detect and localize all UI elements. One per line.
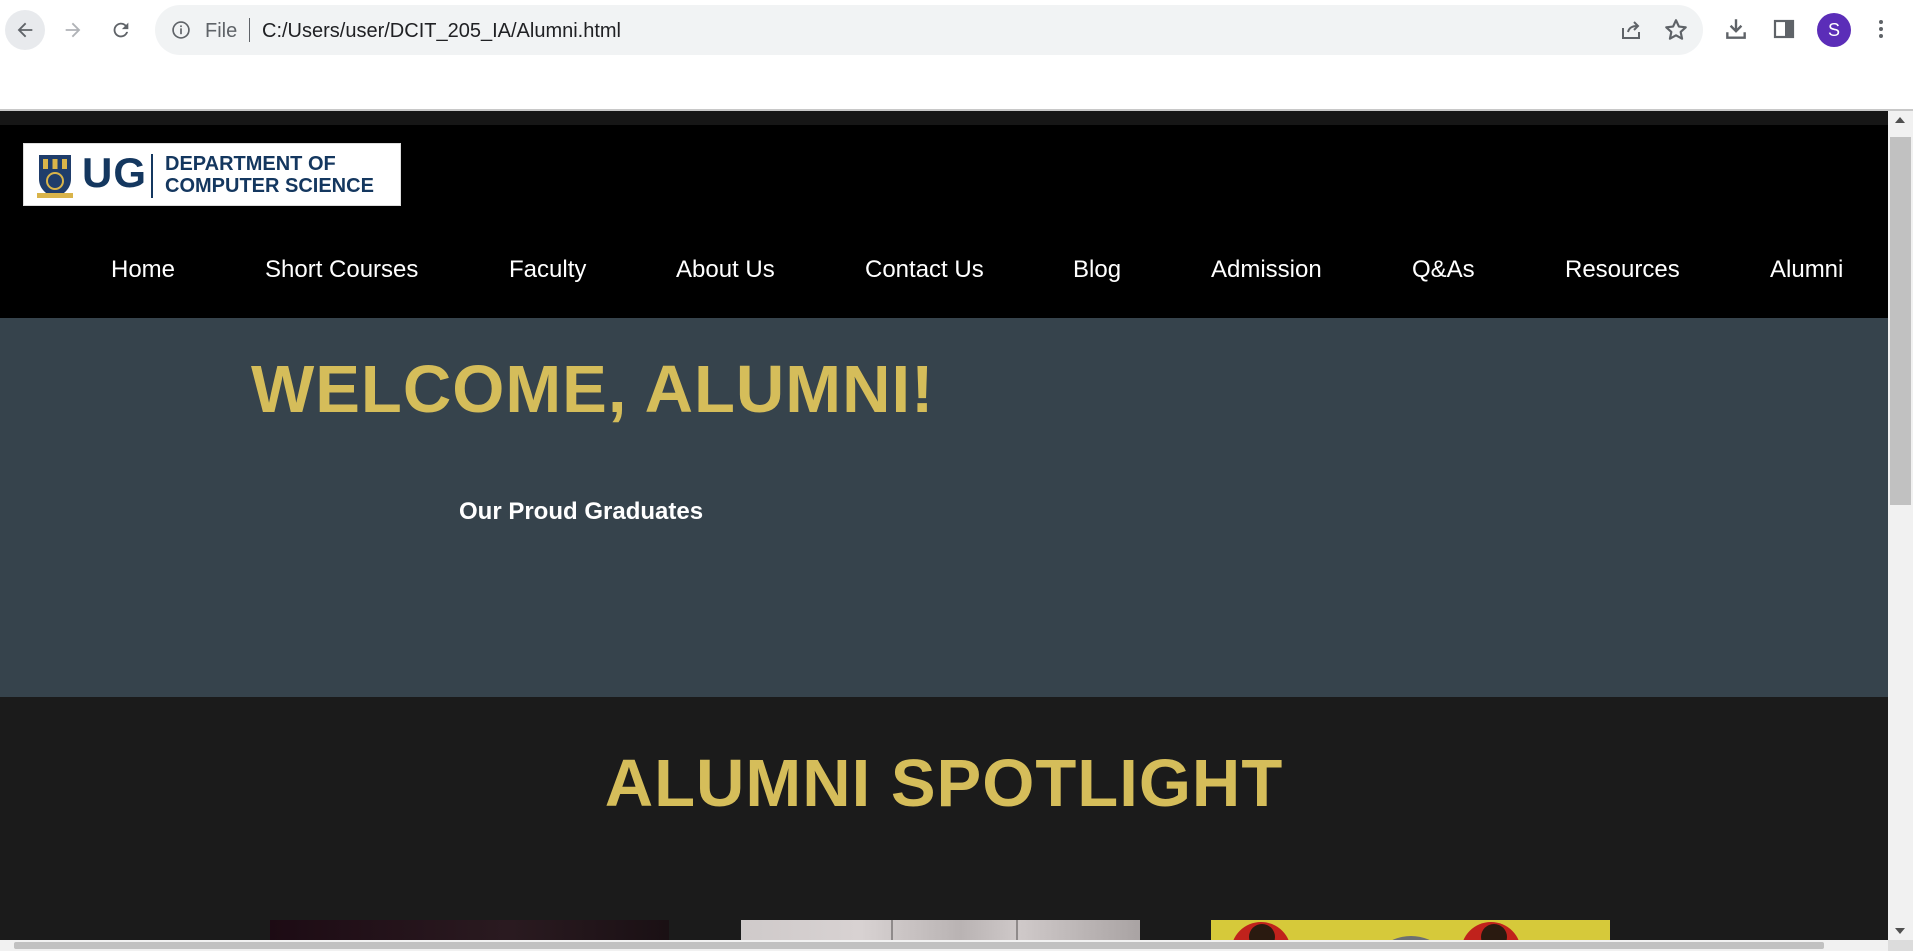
- browser-toolbar: File C:/Users/user/DCIT_205_IA/Alumni.ht…: [0, 0, 1913, 60]
- alumni-spotlight-section: ALUMNI SPOTLIGHT: [0, 697, 1888, 951]
- nav-contact-us[interactable]: Contact Us: [865, 256, 984, 284]
- header-topbar: [0, 111, 1888, 125]
- page-viewport: UG DEPARTMENT OF COMPUTER SCIENCE Home S…: [0, 111, 1888, 951]
- scrollbar-corner: [1888, 940, 1913, 951]
- download-icon: [1726, 19, 1746, 39]
- nav-about-us[interactable]: About Us: [676, 256, 775, 284]
- scheme-label: File: [205, 20, 238, 42]
- nav-blog[interactable]: Blog: [1073, 256, 1121, 284]
- logo-short-name: UG: [82, 149, 147, 196]
- horizontal-scroll-thumb[interactable]: [14, 942, 1824, 949]
- profile-avatar[interactable]: S: [1817, 13, 1851, 47]
- welcome-title: WELCOME, ALUMNI!: [251, 352, 935, 427]
- info-icon[interactable]: [171, 20, 191, 40]
- nav-alumni[interactable]: Alumni: [1770, 256, 1843, 284]
- forward-icon: [65, 22, 81, 38]
- address-bar[interactable]: File C:/Users/user/DCIT_205_IA/Alumni.ht…: [155, 5, 1703, 55]
- main-nav: Home Short Courses Faculty About Us Cont…: [0, 256, 1888, 296]
- more-icon: [1879, 20, 1883, 38]
- download-button[interactable]: [1722, 15, 1750, 43]
- logo-divider: [151, 154, 153, 198]
- menu-button[interactable]: [1867, 15, 1895, 43]
- nav-short-courses[interactable]: Short Courses: [265, 256, 418, 284]
- nav-home[interactable]: Home: [111, 256, 175, 284]
- vertical-scroll-thumb[interactable]: [1890, 137, 1911, 505]
- welcome-section: WELCOME, ALUMNI! Our Proud Graduates: [0, 318, 1888, 697]
- logo-department: DEPARTMENT OF COMPUTER SCIENCE: [165, 153, 374, 197]
- horizontal-scrollbar[interactable]: [0, 940, 1888, 951]
- vertical-scrollbar[interactable]: [1888, 111, 1913, 940]
- spotlight-title: ALUMNI SPOTLIGHT: [604, 746, 1284, 821]
- welcome-subtitle: Our Proud Graduates: [459, 498, 704, 525]
- scroll-down-arrow-icon[interactable]: [1895, 928, 1905, 934]
- logo-dept-line2: COMPUTER SCIENCE: [165, 175, 374, 197]
- site-header: UG DEPARTMENT OF COMPUTER SCIENCE Home S…: [0, 111, 1888, 318]
- back-button[interactable]: [5, 10, 45, 50]
- star-icon[interactable]: [1663, 17, 1689, 43]
- back-icon: [17, 22, 33, 38]
- scroll-up-arrow-icon[interactable]: [1895, 117, 1905, 123]
- nav-faculty[interactable]: Faculty: [509, 256, 586, 284]
- site-logo[interactable]: UG DEPARTMENT OF COMPUTER SCIENCE: [23, 143, 401, 206]
- logo-dept-line1: DEPARTMENT OF: [165, 153, 336, 175]
- side-panel-icon: [1773, 19, 1795, 39]
- side-panel-button[interactable]: [1770, 15, 1798, 43]
- omnibox-divider: [249, 18, 250, 42]
- nav-qas[interactable]: Q&As: [1412, 256, 1475, 284]
- forward-button[interactable]: [53, 10, 93, 50]
- reload-button[interactable]: [101, 10, 141, 50]
- reload-icon: [113, 22, 129, 38]
- url-text[interactable]: C:/Users/user/DCIT_205_IA/Alumni.html: [262, 20, 621, 43]
- browser-chrome: File C:/Users/user/DCIT_205_IA/Alumni.ht…: [0, 0, 1913, 111]
- share-icon[interactable]: [1619, 18, 1643, 42]
- nav-admission[interactable]: Admission: [1211, 256, 1322, 284]
- nav-resources[interactable]: Resources: [1565, 256, 1680, 284]
- crest-icon: [37, 155, 73, 198]
